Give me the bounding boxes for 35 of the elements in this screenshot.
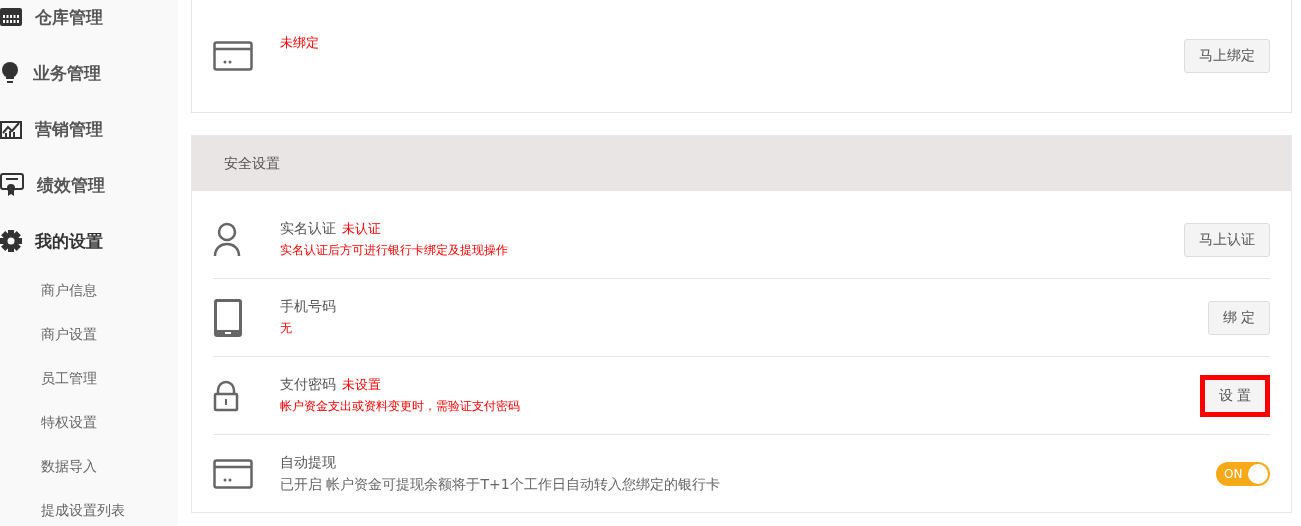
setting-status: 未认证 (342, 220, 381, 238)
sidebar-group[interactable]: 营销管理 (35, 117, 103, 141)
sidebar-group[interactable]: 业务管理 (33, 61, 101, 85)
setting-note: 实名认证后方可进行银行卡绑定及提现操作 (280, 242, 509, 259)
user-icon (213, 221, 241, 258)
sidebar-item[interactable]: 数据导入 (0, 445, 178, 489)
sidebar-group[interactable]: 仓库管理 (35, 5, 103, 29)
action-button[interactable]: 设 置 (1199, 374, 1270, 417)
bind-now-button[interactable]: 马上绑定 (1184, 39, 1270, 73)
setting-title: 实名认证 (280, 220, 336, 238)
setting-title: 自动提现 (280, 453, 336, 472)
card-icon (213, 458, 253, 489)
chart-icon (0, 119, 22, 139)
section-title: 安全设置 (192, 136, 1291, 191)
lock-icon (213, 379, 239, 412)
sidebar-item[interactable]: 特权设置 (0, 401, 178, 445)
sidebar-item[interactable]: 提成设置列表 (0, 489, 178, 526)
setting-note: 已开启 帐户资金可提现余额将于T+1个工作日自动转入您绑定的银行卡 (280, 475, 721, 494)
setting-status: 未设置 (342, 376, 381, 394)
action-button[interactable]: 马上认证 (1184, 222, 1270, 257)
setting-note: 帐户资金支出或资料变更时，需验证支付密码 (280, 398, 521, 415)
sidebar-item[interactable]: 员工管理 (0, 357, 178, 401)
sidebar-item[interactable]: 商户设置 (0, 313, 178, 357)
card-icon (213, 41, 253, 71)
certificate-icon (0, 173, 24, 197)
setting-title: 手机号码 (280, 298, 336, 316)
sidebar-group[interactable]: 绩效管理 (37, 173, 105, 197)
sidebar-group[interactable]: 我的设置 (35, 229, 103, 253)
setting-title: 支付密码 (280, 376, 336, 394)
sidebar-item[interactable]: 商户信息 (0, 269, 178, 313)
binding-status: 未绑定 (280, 34, 320, 52)
setting-note: 无 (280, 320, 293, 337)
tablet-icon (213, 297, 243, 338)
lightbulb-icon (0, 62, 20, 84)
action-button[interactable]: 绑 定 (1207, 300, 1270, 335)
